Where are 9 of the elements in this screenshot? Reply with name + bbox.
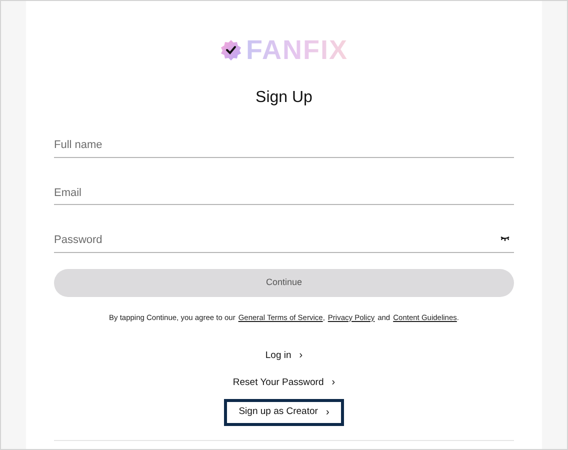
nav-link[interactable]: Reset Your Password › xyxy=(218,372,350,394)
input-field[interactable]: Password xyxy=(54,228,514,252)
input-field[interactable]: Full name xyxy=(54,134,514,158)
hidden-eye-icon[interactable] xyxy=(500,236,510,242)
page-title: Sign Up xyxy=(256,88,312,108)
input-field[interactable]: Email xyxy=(54,181,514,205)
nav-link[interactable]: Log in › xyxy=(250,344,318,367)
nav-link[interactable]: Sign up as Creator › xyxy=(224,398,344,426)
check-badge-icon xyxy=(220,39,242,61)
